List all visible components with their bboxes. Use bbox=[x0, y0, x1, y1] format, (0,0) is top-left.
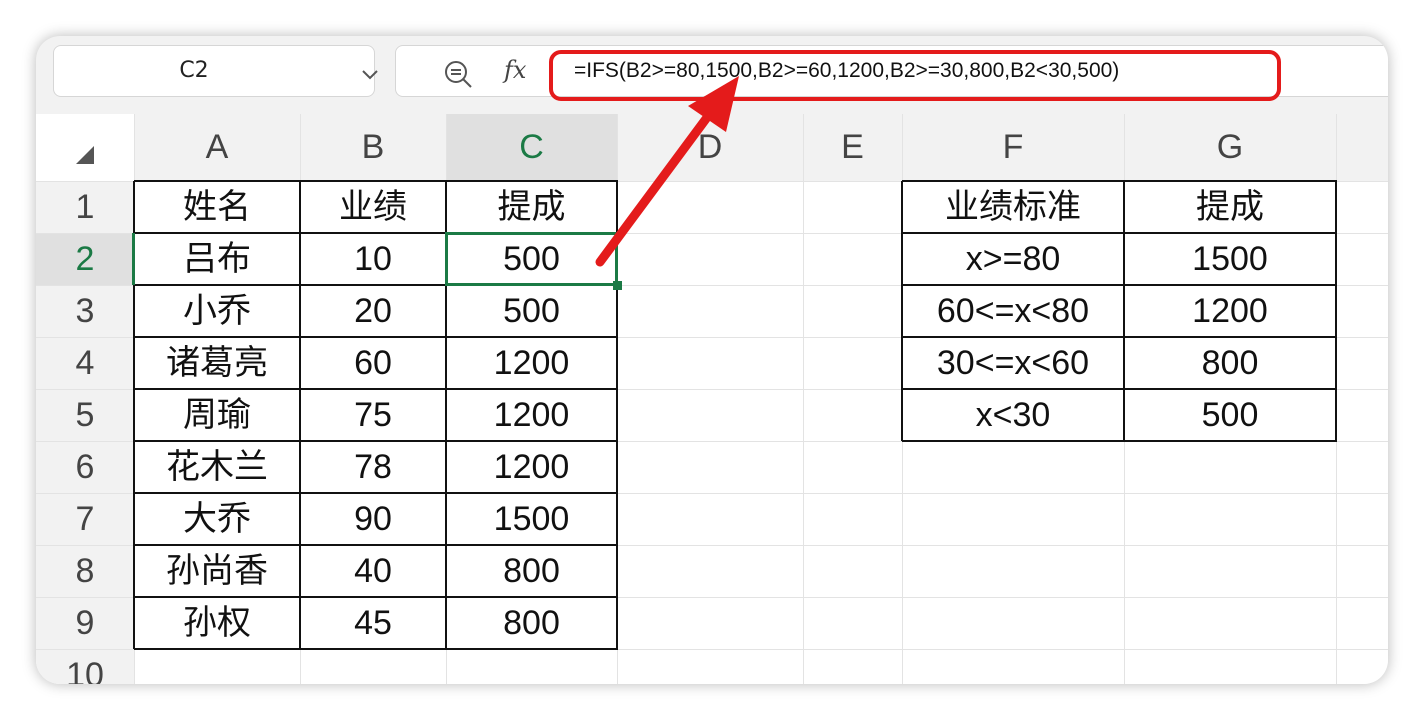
select-all-icon[interactable] bbox=[74, 144, 96, 170]
table-border-vertical bbox=[1335, 181, 1337, 441]
cell-g4[interactable]: 800 bbox=[1124, 337, 1336, 389]
cell-a2[interactable]: 吕布 bbox=[134, 233, 300, 285]
table-border-horizontal bbox=[134, 336, 618, 338]
row-header-9[interactable]: 9 bbox=[36, 597, 134, 649]
gridline-vertical bbox=[803, 114, 804, 684]
cell-b6[interactable]: 78 bbox=[300, 441, 446, 493]
table-border-horizontal bbox=[902, 440, 1337, 442]
cell-b9[interactable]: 45 bbox=[300, 597, 446, 649]
table-border-horizontal bbox=[902, 284, 1337, 286]
table-border-horizontal bbox=[134, 440, 618, 442]
cell-a7[interactable]: 大乔 bbox=[134, 493, 300, 545]
cell-g5[interactable]: 500 bbox=[1124, 389, 1336, 441]
cell-f5[interactable]: x<30 bbox=[902, 389, 1124, 441]
cell-a1[interactable]: 姓名 bbox=[134, 181, 300, 233]
cell-b5[interactable]: 75 bbox=[300, 389, 446, 441]
name-box-reference: C2 bbox=[179, 58, 209, 83]
cell-f1[interactable]: 业绩标准 bbox=[902, 181, 1124, 233]
cell-a5[interactable]: 周瑜 bbox=[134, 389, 300, 441]
row-header-8[interactable]: 8 bbox=[36, 545, 134, 597]
row-header-5[interactable]: 5 bbox=[36, 389, 134, 441]
cell-c1[interactable]: 提成 bbox=[446, 181, 617, 233]
table-border-horizontal bbox=[902, 336, 1337, 338]
cell-c3[interactable]: 500 bbox=[446, 285, 617, 337]
cell-c9[interactable]: 800 bbox=[446, 597, 617, 649]
cell-b1[interactable]: 业绩 bbox=[300, 181, 446, 233]
cell-grid[interactable]: A B C D E F G 1 2 3 4 5 6 7 8 9 10 姓名 业绩 提成 吕布 10 500 小乔 20 500 诸葛… bbox=[36, 114, 1388, 684]
column-header-a[interactable]: A bbox=[134, 114, 300, 181]
row-header-6[interactable]: 6 bbox=[36, 441, 134, 493]
cell-a4[interactable]: 诸葛亮 bbox=[134, 337, 300, 389]
row-header-3[interactable]: 3 bbox=[36, 285, 134, 337]
row-header-4[interactable]: 4 bbox=[36, 337, 134, 389]
zoom-out-icon[interactable] bbox=[444, 60, 474, 94]
cell-c7[interactable]: 1500 bbox=[446, 493, 617, 545]
active-cell-c2[interactable] bbox=[445, 232, 618, 286]
table-border-horizontal bbox=[134, 596, 618, 598]
cell-b3[interactable]: 20 bbox=[300, 285, 446, 337]
column-header-f[interactable]: F bbox=[902, 114, 1124, 181]
table-border-horizontal bbox=[902, 232, 1337, 234]
cell-b7[interactable]: 90 bbox=[300, 493, 446, 545]
column-header-e[interactable]: E bbox=[803, 114, 902, 181]
table-border-horizontal bbox=[902, 388, 1337, 390]
cell-a8[interactable]: 孙尚香 bbox=[134, 545, 300, 597]
cell-c6[interactable]: 1200 bbox=[446, 441, 617, 493]
column-header-b[interactable]: B bbox=[300, 114, 446, 181]
cell-c8[interactable]: 800 bbox=[446, 545, 617, 597]
cell-b8[interactable]: 40 bbox=[300, 545, 446, 597]
cell-g1[interactable]: 提成 bbox=[1124, 181, 1336, 233]
spreadsheet-window: C2 fx =IFS(B2>=80,1500,B2>=60,1200,B2>=3… bbox=[36, 36, 1388, 684]
cell-g3[interactable]: 1200 bbox=[1124, 285, 1336, 337]
name-box[interactable]: C2 bbox=[53, 45, 378, 97]
row-header-7[interactable]: 7 bbox=[36, 493, 134, 545]
table-border-horizontal bbox=[134, 388, 618, 390]
cell-f3[interactable]: 60<=x<80 bbox=[902, 285, 1124, 337]
table-border-vertical bbox=[299, 181, 301, 649]
column-header-blank bbox=[1336, 114, 1388, 181]
row-header-10[interactable]: 10 bbox=[36, 649, 134, 684]
cell-g2[interactable]: 1500 bbox=[1124, 233, 1336, 285]
cell-f4[interactable]: 30<=x<60 bbox=[902, 337, 1124, 389]
cell-c4[interactable]: 1200 bbox=[446, 337, 617, 389]
fill-handle[interactable] bbox=[613, 281, 622, 290]
table-border-horizontal bbox=[134, 492, 618, 494]
table-border-vertical bbox=[1123, 181, 1125, 441]
column-header-d[interactable]: D bbox=[617, 114, 803, 181]
row-header-1[interactable]: 1 bbox=[36, 181, 134, 233]
row-header-2[interactable]: 2 bbox=[36, 233, 134, 285]
selected-row-indicator bbox=[132, 233, 135, 285]
formula-input[interactable]: =IFS(B2>=80,1500,B2>=60,1200,B2>=30,800,… bbox=[574, 59, 1119, 83]
cell-b2[interactable]: 10 bbox=[300, 233, 446, 285]
cell-b4[interactable]: 60 bbox=[300, 337, 446, 389]
cell-a3[interactable]: 小乔 bbox=[134, 285, 300, 337]
function-icon[interactable]: fx bbox=[504, 56, 526, 84]
column-header-c[interactable]: C bbox=[446, 114, 617, 181]
table-border-horizontal bbox=[134, 180, 618, 182]
table-border-horizontal bbox=[134, 648, 618, 650]
cell-f2[interactable]: x>=80 bbox=[902, 233, 1124, 285]
column-header-g[interactable]: G bbox=[1124, 114, 1336, 181]
chevron-down-icon[interactable] bbox=[361, 66, 379, 85]
cell-a9[interactable]: 孙权 bbox=[134, 597, 300, 649]
cell-a6[interactable]: 花木兰 bbox=[134, 441, 300, 493]
table-border-horizontal bbox=[134, 544, 618, 546]
formula-bar[interactable]: fx =IFS(B2>=80,1500,B2>=60,1200,B2>=30,8… bbox=[395, 45, 1388, 97]
cell-c5[interactable]: 1200 bbox=[446, 389, 617, 441]
table-border-vertical bbox=[901, 181, 903, 441]
table-border-horizontal bbox=[902, 180, 1337, 182]
